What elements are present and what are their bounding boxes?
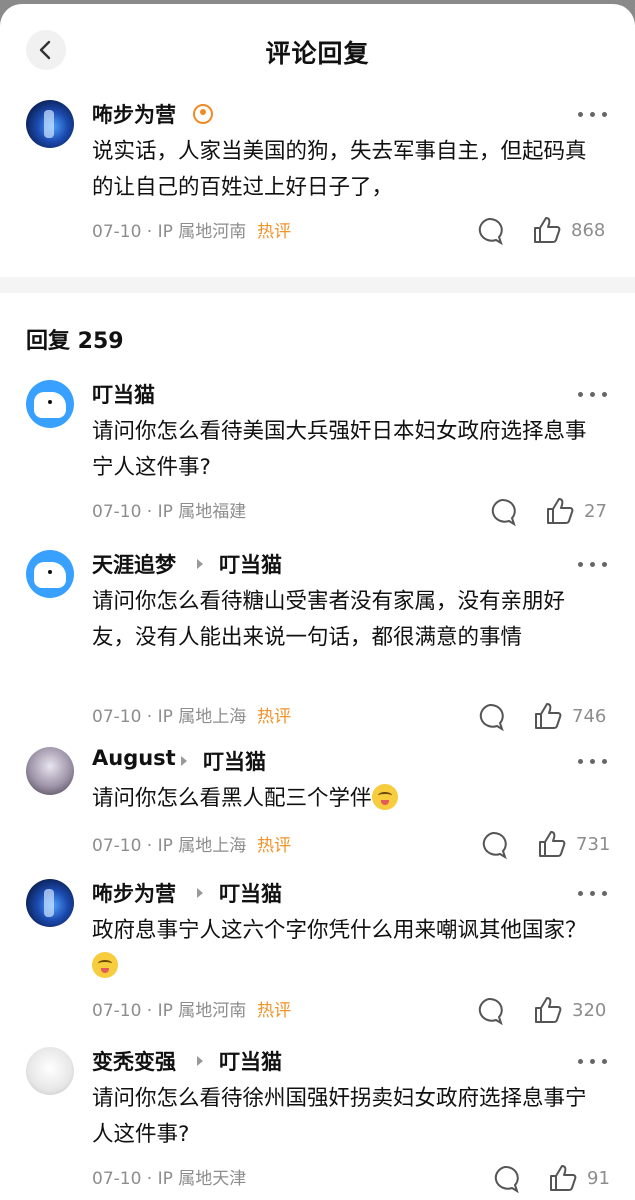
reply-arrow-icon (197, 1056, 203, 1066)
like-count: 746 (572, 706, 607, 727)
reply-location: IP 属地上海 (157, 836, 247, 856)
more-dots-icon[interactable] (578, 758, 610, 766)
reply-location: IP 属地上海 (157, 707, 247, 727)
hot-label: 热评 (257, 707, 292, 727)
reply-location: IP 属地天津 (157, 1169, 247, 1189)
more-dots-icon[interactable] (578, 561, 610, 569)
reply-username[interactable]: 变秃变强 (92, 1046, 176, 1076)
reply-content-text: 政府息事宁人这六个字你凭什么用来嘲讽其他国家？ (92, 918, 587, 943)
thumbs-up-icon[interactable] (545, 496, 575, 526)
reply-date: 07-10 (92, 707, 142, 727)
reply-date: 07-10 (92, 836, 142, 856)
like-count: 731 (576, 834, 611, 855)
comment-bubble-icon[interactable] (490, 1164, 520, 1194)
reply-meta: 07-10 · IP 属地天津 (92, 1169, 247, 1189)
like-count: 320 (572, 1000, 607, 1021)
reply-location: IP 属地福建 (157, 502, 247, 522)
reply-arrow-icon (197, 559, 203, 569)
woozy-emoji-icon (92, 952, 118, 978)
avatar[interactable] (26, 550, 74, 598)
avatar[interactable] (26, 879, 74, 927)
more-dots-icon[interactable] (578, 391, 610, 399)
reply-content: 请问你怎么看待糖山受害者没有家属，没有亲朋好友，没有人能出来说一句话，都很满意的… (92, 589, 566, 650)
comment-location: IP 属地河南 (157, 222, 247, 242)
reply-content: 请问你怎么看黑人配三个学伴 (92, 781, 602, 817)
avatar[interactable] (26, 747, 74, 795)
comment-bubble-icon[interactable] (475, 702, 505, 732)
reply-date: 07-10 (92, 1001, 142, 1021)
reply-meta: 07-10 · IP 属地上海 热评 (92, 707, 292, 727)
reply-date: 07-10 (92, 1169, 142, 1189)
reply-username[interactable]: 天涯追梦 (92, 549, 176, 579)
more-dots-icon[interactable] (578, 1058, 610, 1066)
reply-content: 请问你怎么看待徐州国强奸拐卖妇女政府选择息事宁人这件事? (92, 1086, 587, 1147)
like-count: 91 (587, 1168, 610, 1189)
woozy-emoji-icon (371, 784, 398, 810)
reply-meta: 07-10 · IP 属地上海 热评 (92, 836, 292, 856)
user-badge-icon (193, 104, 213, 124)
comment-bubble-icon[interactable] (474, 996, 504, 1026)
reply-content-text: 请问你怎么看黑人配三个学伴 (92, 786, 372, 811)
thumbs-up-icon[interactable] (533, 701, 563, 731)
reply-arrow-icon (181, 756, 187, 766)
reply-content: 政府息事宁人这六个字你凭什么用来嘲讽其他国家？ (92, 913, 602, 985)
avatar[interactable] (26, 1047, 74, 1095)
more-dots-icon[interactable] (578, 111, 610, 119)
like-count: 868 (571, 220, 606, 241)
header: 评论回复 (0, 4, 635, 99)
hot-label: 热评 (257, 222, 292, 242)
reply-location: IP 属地河南 (157, 1001, 247, 1021)
reply-username[interactable]: August (92, 746, 176, 770)
avatar[interactable] (26, 380, 74, 428)
thumbs-up-icon[interactable] (548, 1163, 578, 1193)
replies-count-heading: 回复 259 (26, 329, 124, 354)
hot-label: 热评 (257, 836, 292, 856)
page-title: 评论回复 (265, 39, 370, 68)
reply-username[interactable]: 咘步为营 (92, 878, 176, 908)
comment-meta: 07-10 · IP 属地河南 热评 (92, 222, 292, 242)
thumbs-up-icon[interactable] (533, 995, 563, 1025)
comment-content: 说实话，人家当美国的狗，失去军事自主，但起码真的让自己的百姓过上好日子了， (92, 139, 587, 200)
reply-target-username[interactable]: 叮当猫 (203, 746, 266, 776)
thumbs-up-icon[interactable] (532, 215, 562, 245)
reply-target-username[interactable]: 叮当猫 (219, 549, 282, 579)
comment-bubble-icon[interactable] (474, 216, 504, 246)
comment-username[interactable]: 咘步为营 (92, 99, 176, 129)
reply-target-username[interactable]: 叮当猫 (219, 878, 282, 908)
reply-username[interactable]: 叮当猫 (92, 379, 155, 409)
reply-target-username[interactable]: 叮当猫 (219, 1046, 282, 1076)
reply-date: 07-10 (92, 502, 142, 522)
avatar[interactable] (26, 100, 74, 148)
section-divider (0, 277, 635, 293)
more-dots-icon[interactable] (578, 890, 610, 898)
like-count: 27 (584, 501, 607, 522)
comment-bubble-icon[interactable] (487, 497, 517, 527)
comment-date: 07-10 (92, 222, 142, 242)
comment-reply-sheet: 评论回复 咘步为营 说实话，人家当美国的狗，失去军事自主，但起码真的让自己的百姓… (0, 4, 635, 1200)
thumbs-up-icon[interactable] (537, 829, 567, 859)
reply-meta: 07-10 · IP 属地河南 热评 (92, 1001, 292, 1021)
reply-meta: 07-10 · IP 属地福建 (92, 502, 247, 522)
reply-content: 请问你怎么看待美国大兵强奸日本妇女政府选择息事宁人这件事? (92, 419, 587, 480)
comment-bubble-icon[interactable] (478, 830, 508, 860)
hot-label: 热评 (257, 1001, 292, 1021)
reply-arrow-icon (197, 888, 203, 898)
